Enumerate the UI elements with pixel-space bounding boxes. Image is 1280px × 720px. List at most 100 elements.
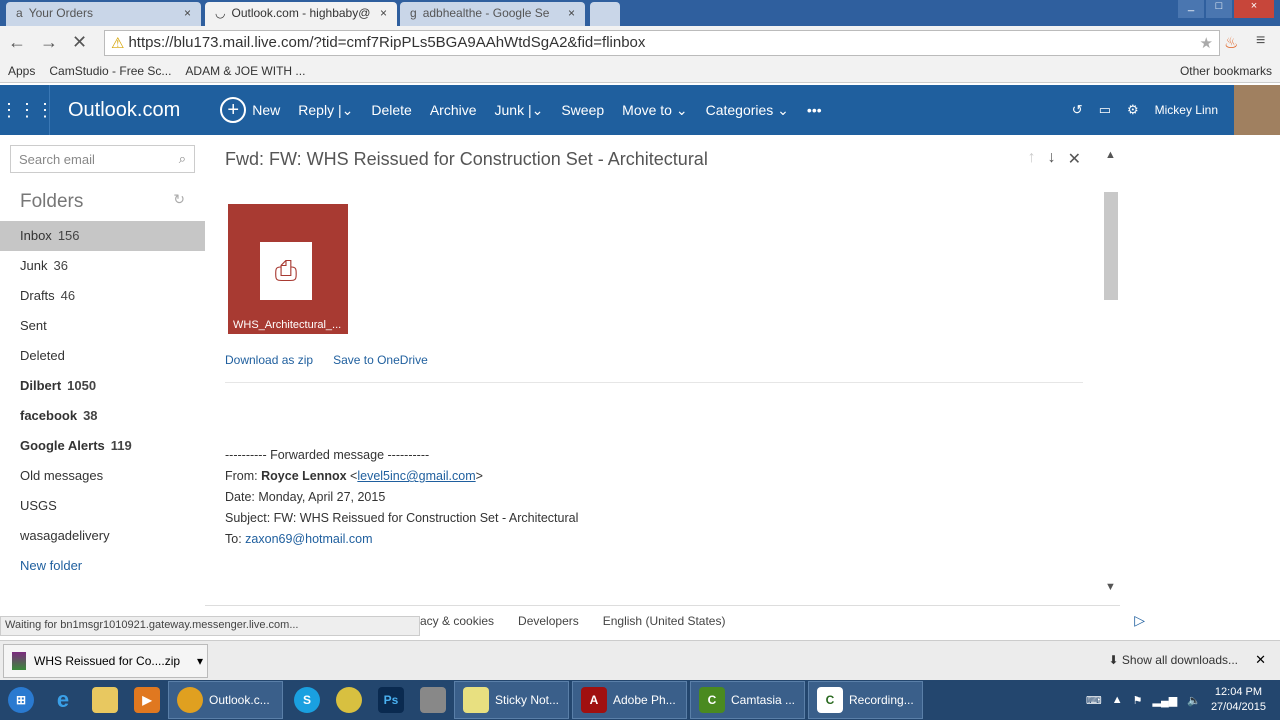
close-downloads-icon[interactable]: ✕	[1255, 652, 1266, 668]
menu-icon[interactable]: ≡	[1256, 32, 1265, 50]
folder-item[interactable]: Drafts 46	[0, 281, 205, 311]
message-subject: Fwd: FW: WHS Reissued for Construction S…	[225, 149, 708, 169]
taskbar-sticky-notes[interactable]: Sticky Not...	[454, 681, 569, 719]
reading-scrollbar[interactable]: ▲ ▼	[1103, 135, 1120, 605]
folder-name: Old messages	[20, 468, 104, 483]
scroll-thumb[interactable]	[1104, 192, 1118, 300]
taskbar-adobe[interactable]: A Adobe Ph...	[572, 681, 687, 719]
folder-item[interactable]: Junk 36	[0, 251, 205, 281]
folder-item[interactable]: Deleted	[0, 341, 205, 371]
developers-link[interactable]: Developers	[518, 614, 579, 628]
scroll-down-icon[interactable]: ▼	[1105, 581, 1116, 593]
close-tab-icon[interactable]: ×	[184, 6, 191, 22]
taskbar-camtasia[interactable]: C Camtasia ...	[690, 681, 805, 719]
flag-icon[interactable]: ⚑	[1133, 694, 1143, 707]
ie-icon[interactable]: e	[42, 681, 84, 719]
start-button[interactable]: ⊞	[0, 681, 42, 719]
attachment-tile[interactable]: ⎙ WHS_Architectural_...	[228, 204, 348, 334]
undo-icon[interactable]: ↺	[1072, 102, 1083, 118]
download-zip-link[interactable]: Download as zip	[225, 353, 313, 367]
folder-item[interactable]: Inbox 156	[0, 221, 205, 251]
app-icon[interactable]	[412, 681, 454, 719]
photoshop-icon[interactable]: Ps	[370, 681, 412, 719]
download-item[interactable]: WHS Reissued for Co....zip ▾	[3, 644, 208, 678]
back-icon[interactable]: ←	[8, 32, 28, 53]
chat-icon[interactable]: ▭	[1099, 102, 1111, 118]
forward-icon[interactable]: →	[40, 32, 60, 53]
minimize-button[interactable]: _	[1178, 0, 1204, 18]
archive-button[interactable]: Archive	[430, 102, 477, 118]
address-bar[interactable]: ⚠ https://blu173.mail.live.com/?tid=cmf7R…	[104, 29, 1220, 56]
show-all-downloads-link[interactable]: ⬇ Show all downloads...	[1109, 653, 1238, 667]
bookmark-camstudio[interactable]: CamStudio - Free Sc...	[49, 64, 171, 78]
folder-item[interactable]: Sent	[0, 311, 205, 341]
maximize-button[interactable]: □	[1206, 0, 1232, 18]
avatar[interactable]	[1234, 85, 1280, 135]
folder-item[interactable]: Google Alerts 119	[0, 431, 205, 461]
close-tab-icon[interactable]: ×	[380, 6, 387, 22]
clock[interactable]: 12:04 PM 27/04/2015	[1211, 685, 1266, 715]
sweep-button[interactable]: Sweep	[561, 102, 604, 118]
reply-button[interactable]: Reply |⌄	[298, 102, 353, 119]
show-hidden-icon[interactable]: ▲	[1112, 694, 1123, 706]
privacy-link[interactable]: acy & cookies	[420, 614, 494, 628]
folder-item[interactable]: facebook 38	[0, 401, 205, 431]
bookmark-adam-joe[interactable]: ADAM & JOE WITH ...	[185, 64, 305, 78]
taskbar-chrome-outlook[interactable]: Outlook.c...	[168, 681, 283, 719]
language-link[interactable]: English (United States)	[603, 614, 726, 628]
plus-icon: +	[220, 97, 247, 123]
new-tab-button[interactable]	[590, 2, 620, 26]
save-onedrive-link[interactable]: Save to OneDrive	[333, 353, 428, 367]
download-menu-icon[interactable]: ▾	[197, 654, 203, 668]
close-message-icon[interactable]: ✕	[1068, 149, 1081, 169]
refresh-icon[interactable]: ↻	[173, 191, 185, 213]
move-to-button[interactable]: Move to ⌄	[622, 102, 687, 119]
volume-icon[interactable]: 🔈	[1187, 694, 1201, 707]
extension-icon[interactable]: ♨	[1224, 33, 1238, 53]
adobe-icon: A	[581, 687, 607, 713]
ad-choices-icon[interactable]: ▷	[1134, 612, 1145, 629]
status-bar: Waiting for bn1msgr1010921.gateway.messe…	[0, 616, 420, 636]
close-window-button[interactable]: ×	[1234, 0, 1274, 18]
folder-item[interactable]: Dilbert 1050	[0, 371, 205, 401]
search-input[interactable]: Search email ⌕	[10, 145, 195, 173]
folder-item[interactable]: wasagadelivery	[0, 521, 205, 551]
explorer-icon[interactable]	[84, 681, 126, 719]
from-name: Royce Lennox	[261, 469, 347, 483]
media-disc-icon[interactable]	[328, 681, 370, 719]
settings-gear-icon[interactable]: ⚙	[1127, 102, 1139, 118]
media-player-icon[interactable]: ▶	[126, 681, 168, 719]
folder-item[interactable]: USGS	[0, 491, 205, 521]
user-name[interactable]: Mickey Linn	[1155, 103, 1218, 117]
skype-icon[interactable]: S	[286, 681, 328, 719]
from-email-link[interactable]: level5inc@gmail.com	[357, 469, 475, 483]
search-icon[interactable]: ⌕	[179, 151, 186, 167]
categories-button[interactable]: Categories ⌄	[706, 102, 789, 119]
new-button[interactable]: + New	[220, 97, 280, 123]
app-launcher-icon[interactable]: ⋮⋮⋮	[0, 85, 54, 135]
delete-button[interactable]: Delete	[371, 102, 411, 118]
new-folder-link[interactable]: New folder	[0, 551, 205, 581]
next-arrow-icon[interactable]: ↓	[1048, 149, 1056, 169]
scroll-up-icon[interactable]: ▲	[1105, 149, 1116, 161]
loading-icon: ◡	[215, 6, 226, 20]
junk-button[interactable]: Junk |⌄	[495, 102, 544, 119]
other-bookmarks[interactable]: Other bookmarks	[1180, 64, 1272, 78]
taskbar-recording[interactable]: C Recording...	[808, 681, 923, 719]
network-icon[interactable]: ▂▄▆	[1153, 694, 1178, 707]
previous-arrow-icon[interactable]: ↑	[1028, 149, 1036, 169]
tab-your-orders[interactable]: a Your Orders ×	[6, 2, 201, 26]
bookmark-apps[interactable]: Apps	[8, 64, 35, 78]
close-tab-icon[interactable]: ×	[568, 6, 575, 22]
more-button[interactable]: •••	[807, 102, 822, 118]
to-email-link[interactable]: zaxon69@hotmail.com	[245, 532, 372, 546]
chrome-icon	[177, 687, 203, 713]
taskbar: ⊞ e ▶ Outlook.c... S Ps Sticky Not... AA…	[0, 680, 1280, 720]
stop-icon[interactable]: ✕	[72, 32, 92, 53]
folder-item[interactable]: Old messages	[0, 461, 205, 491]
outlook-logo[interactable]: Outlook.com	[68, 99, 180, 122]
star-icon[interactable]: ★	[1200, 34, 1213, 52]
keyboard-icon[interactable]: ⌨	[1086, 694, 1102, 707]
tab-outlook[interactable]: ◡ Outlook.com - highbaby@ ×	[205, 2, 397, 26]
tab-google[interactable]: g adbhealthe - Google Se ×	[400, 2, 585, 26]
